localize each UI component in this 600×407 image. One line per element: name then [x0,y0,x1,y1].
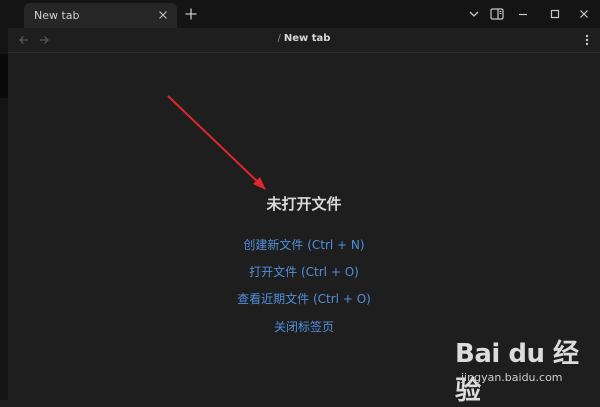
tab-new-tab[interactable]: New tab [24,3,177,28]
title-bar: New tab [0,0,600,28]
window-close-icon[interactable] [576,6,592,22]
more-vertical-icon[interactable] [582,33,592,47]
recent-files-link[interactable]: 查看近期文件 (Ctrl + O) [8,290,600,307]
sidebar-layout-icon[interactable] [489,6,505,22]
tab-title: New tab [34,9,80,22]
breadcrumb-separator: / [277,33,281,44]
plus-icon[interactable] [183,6,199,22]
empty-state-title: 未打开文件 [266,195,342,213]
open-file-link[interactable]: 打开文件 (Ctrl + O) [8,263,600,280]
close-icon[interactable] [155,7,171,23]
ribbon-marker [0,54,8,98]
watermark-logo: Bai du 经验 [455,339,579,406]
create-new-file-link[interactable]: 创建新文件 (Ctrl + N) [8,236,600,253]
breadcrumb-current[interactable]: New tab [284,33,331,44]
watermark-url: jingyan.baidu.com [461,371,563,384]
maximize-icon[interactable] [547,6,563,22]
breadcrumb: / New tab [8,33,600,44]
left-ribbon [0,28,8,400]
minimize-icon[interactable] [515,6,531,22]
chevron-down-icon[interactable] [466,6,482,22]
view-header: / New tab [8,28,600,53]
